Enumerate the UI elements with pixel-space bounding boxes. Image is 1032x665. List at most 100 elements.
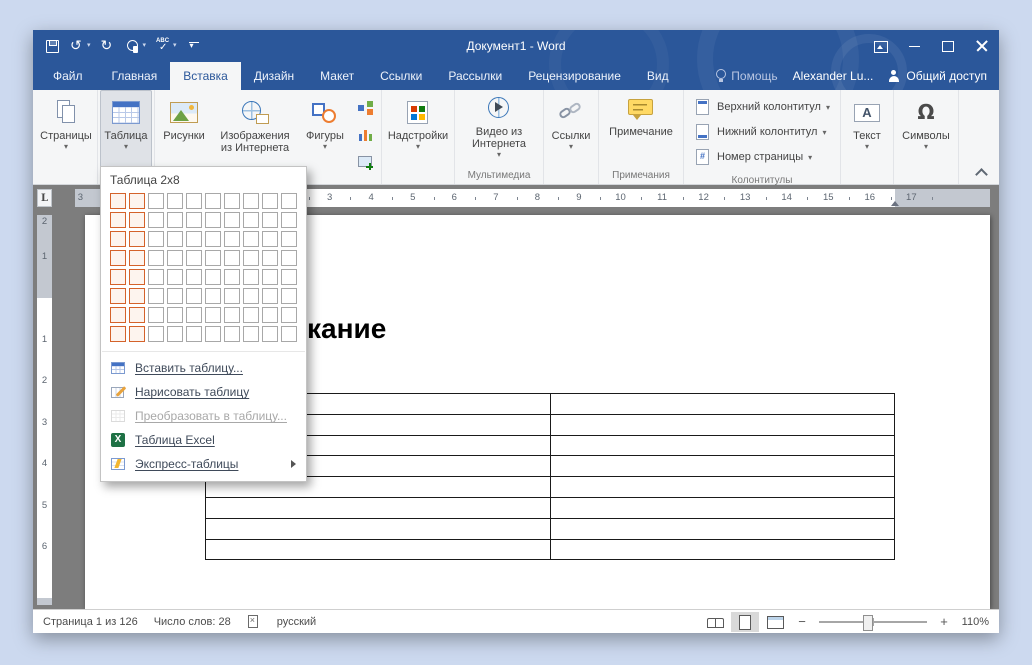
zoom-in-button[interactable]: + (936, 614, 952, 629)
grid-cell-7x10[interactable] (281, 307, 297, 323)
grid-cell-2x1[interactable] (110, 212, 126, 228)
spelling-button[interactable]: ▾ (156, 38, 177, 54)
grid-cell-7x7[interactable] (224, 307, 240, 323)
screenshot-button[interactable] (353, 150, 377, 174)
grid-cell-4x2[interactable] (129, 250, 145, 266)
grid-cell-2x9[interactable] (262, 212, 278, 228)
grid-cell-1x7[interactable] (224, 193, 240, 209)
grid-cell-1x2[interactable] (129, 193, 145, 209)
language-indicator[interactable]: русский (277, 616, 316, 628)
grid-cell-8x5[interactable] (186, 326, 202, 342)
tab-Файл[interactable]: Файл (37, 62, 99, 90)
grid-cell-5x3[interactable] (148, 269, 164, 285)
close-button[interactable] (965, 30, 999, 62)
table-size-grid[interactable] (101, 191, 306, 346)
grid-cell-8x2[interactable] (129, 326, 145, 342)
table-cell[interactable] (206, 497, 551, 519)
footer-button[interactable]: Нижний колонтитул ▾ (690, 121, 834, 143)
help-button[interactable]: Помощь (715, 69, 778, 83)
grid-cell-7x9[interactable] (262, 307, 278, 323)
grid-cell-6x2[interactable] (129, 288, 145, 304)
menu-item-excel-table[interactable]: Таблица Excel (101, 428, 306, 452)
zoom-slider[interactable] (819, 614, 927, 631)
document-heading-text[interactable]: кание (307, 313, 386, 345)
grid-cell-1x9[interactable] (262, 193, 278, 209)
grid-cell-4x1[interactable] (110, 250, 126, 266)
tab-Главная[interactable]: Главная (99, 62, 171, 90)
tab-Вид[interactable]: Вид (634, 62, 682, 90)
grid-cell-6x3[interactable] (148, 288, 164, 304)
menu-item-draw-table[interactable]: Нарисовать таблицу (101, 380, 306, 404)
grid-cell-7x6[interactable] (205, 307, 221, 323)
grid-cell-8x8[interactable] (243, 326, 259, 342)
grid-cell-6x5[interactable] (186, 288, 202, 304)
grid-cell-5x9[interactable] (262, 269, 278, 285)
grid-cell-2x4[interactable] (167, 212, 183, 228)
share-button[interactable]: Общий доступ (888, 69, 987, 83)
proofing-status-icon[interactable] (247, 614, 261, 629)
maximize-button[interactable] (931, 30, 965, 62)
grid-cell-1x8[interactable] (243, 193, 259, 209)
menu-item-insert-table[interactable]: Вставить таблицу... (101, 356, 306, 380)
online-video-button[interactable]: Видео из Интернета ▾ (457, 90, 541, 169)
web-layout-button[interactable] (761, 612, 789, 632)
collapse-ribbon-button[interactable] (971, 164, 991, 181)
grid-cell-3x7[interactable] (224, 231, 240, 247)
grid-cell-5x7[interactable] (224, 269, 240, 285)
grid-cell-3x10[interactable] (281, 231, 297, 247)
page-number-button[interactable]: Номер страницы ▾ (690, 146, 834, 168)
grid-cell-4x6[interactable] (205, 250, 221, 266)
grid-cell-7x1[interactable] (110, 307, 126, 323)
table-cell[interactable] (206, 518, 551, 540)
grid-cell-1x4[interactable] (167, 193, 183, 209)
tab-stop-selector[interactable] (37, 189, 52, 207)
ribbon-display-options-button[interactable] (863, 30, 897, 62)
right-indent-marker[interactable] (891, 201, 899, 206)
grid-cell-7x5[interactable] (186, 307, 202, 323)
grid-cell-3x6[interactable] (205, 231, 221, 247)
grid-cell-7x2[interactable] (129, 307, 145, 323)
symbols-button[interactable]: Символы▾ (896, 90, 956, 184)
grid-cell-3x9[interactable] (262, 231, 278, 247)
menu-item-quick-tables[interactable]: Экспресс-таблицы (101, 452, 306, 476)
table-cell[interactable] (550, 435, 895, 457)
minimize-button[interactable] (897, 30, 931, 62)
grid-cell-7x3[interactable] (148, 307, 164, 323)
grid-cell-3x1[interactable] (110, 231, 126, 247)
grid-cell-1x10[interactable] (281, 193, 297, 209)
grid-cell-8x7[interactable] (224, 326, 240, 342)
user-name[interactable]: Alexander Lu... (793, 69, 874, 83)
table-cell[interactable] (550, 497, 895, 519)
comment-button[interactable]: Примечание (601, 90, 681, 169)
tab-Дизайн[interactable]: Дизайн (241, 62, 307, 90)
table-cell[interactable] (206, 539, 551, 561)
grid-cell-3x5[interactable] (186, 231, 202, 247)
grid-cell-2x5[interactable] (186, 212, 202, 228)
table-cell[interactable] (550, 518, 895, 540)
tab-Рецензирование[interactable]: Рецензирование (515, 62, 634, 90)
grid-cell-5x6[interactable] (205, 269, 221, 285)
read-mode-button[interactable] (701, 612, 729, 632)
grid-cell-8x3[interactable] (148, 326, 164, 342)
grid-cell-5x2[interactable] (129, 269, 145, 285)
table-cell[interactable] (550, 539, 895, 561)
smartart-button[interactable] (353, 96, 377, 120)
links-button[interactable]: Ссылки ▾ (546, 90, 596, 184)
grid-cell-6x1[interactable] (110, 288, 126, 304)
table-cell[interactable] (550, 414, 895, 436)
redo-button[interactable] (101, 38, 116, 54)
grid-cell-5x1[interactable] (110, 269, 126, 285)
grid-cell-3x3[interactable] (148, 231, 164, 247)
tab-Макет[interactable]: Макет (307, 62, 367, 90)
grid-cell-1x6[interactable] (205, 193, 221, 209)
grid-cell-4x10[interactable] (281, 250, 297, 266)
vertical-ruler[interactable]: 2 1 1 2 3 4 5 6 (37, 215, 52, 605)
grid-cell-6x8[interactable] (243, 288, 259, 304)
grid-cell-8x9[interactable] (262, 326, 278, 342)
table-cell[interactable] (550, 456, 895, 478)
table-cell[interactable] (550, 477, 895, 498)
grid-cell-2x8[interactable] (243, 212, 259, 228)
grid-cell-2x3[interactable] (148, 212, 164, 228)
grid-cell-6x9[interactable] (262, 288, 278, 304)
zoom-slider-thumb[interactable] (863, 614, 873, 631)
